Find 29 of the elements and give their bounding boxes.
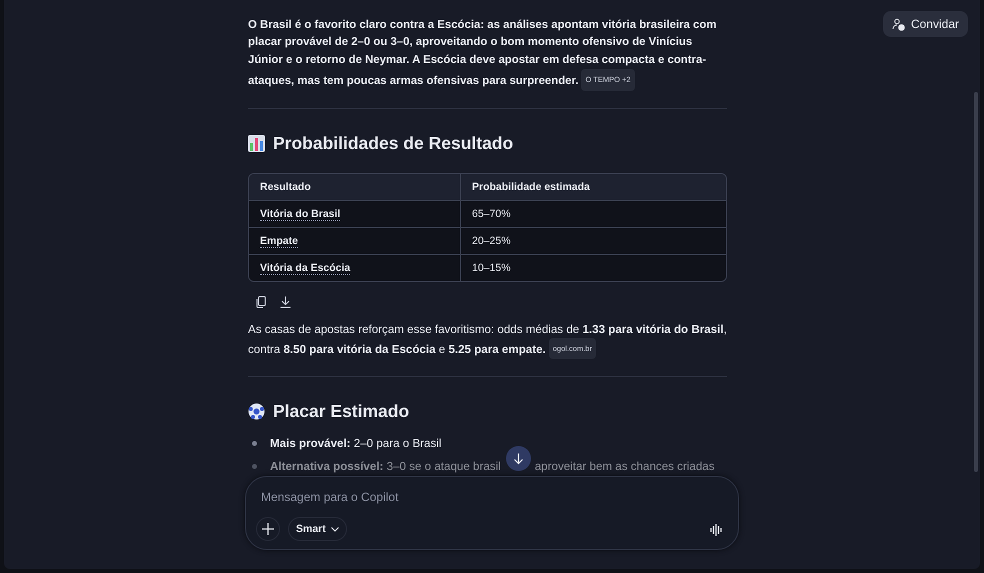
add-button[interactable] xyxy=(256,517,280,541)
column-header: Probabilidade estimada xyxy=(461,174,726,201)
chevron-down-icon xyxy=(330,526,339,532)
result-link[interactable]: Empate xyxy=(260,234,298,248)
table-cell: 65–70% xyxy=(461,200,726,228)
copy-icon[interactable] xyxy=(256,296,266,308)
mode-dropdown[interactable]: Smart xyxy=(288,517,347,541)
list-item-text: aproveitar bem as chances criadas xyxy=(534,460,715,474)
section-heading: Placar Estimado xyxy=(273,401,410,422)
table-cell: 20–25% xyxy=(461,228,726,255)
bar-chart-icon xyxy=(248,134,265,152)
section-heading: Probabilidades de Resultado xyxy=(273,132,514,154)
invite-button[interactable]: Convidar xyxy=(882,11,968,37)
result-link[interactable]: Vitória do Brasil xyxy=(260,208,340,221)
column-header: Resultado xyxy=(249,174,461,201)
message-input[interactable]: Mensagem para o Copilot xyxy=(259,489,563,505)
table-cell: 10–15% xyxy=(461,254,726,281)
add-person-icon xyxy=(892,18,905,30)
download-icon[interactable] xyxy=(280,296,291,308)
voice-icon[interactable] xyxy=(710,524,722,536)
bullet-dot xyxy=(252,441,257,446)
soccer-ball-icon xyxy=(248,403,265,420)
plus-icon xyxy=(262,523,274,535)
list-item-text: Alternativa possível: 3–0 se o ataque brasil xyxy=(270,460,501,474)
scrollbar[interactable] xyxy=(974,92,978,472)
scroll-down-button[interactable] xyxy=(506,446,531,471)
bullet-dot xyxy=(252,464,257,470)
list-item-text: Mais provável: 2–0 para o Brasil xyxy=(270,437,442,450)
arrow-down-icon xyxy=(513,452,524,464)
